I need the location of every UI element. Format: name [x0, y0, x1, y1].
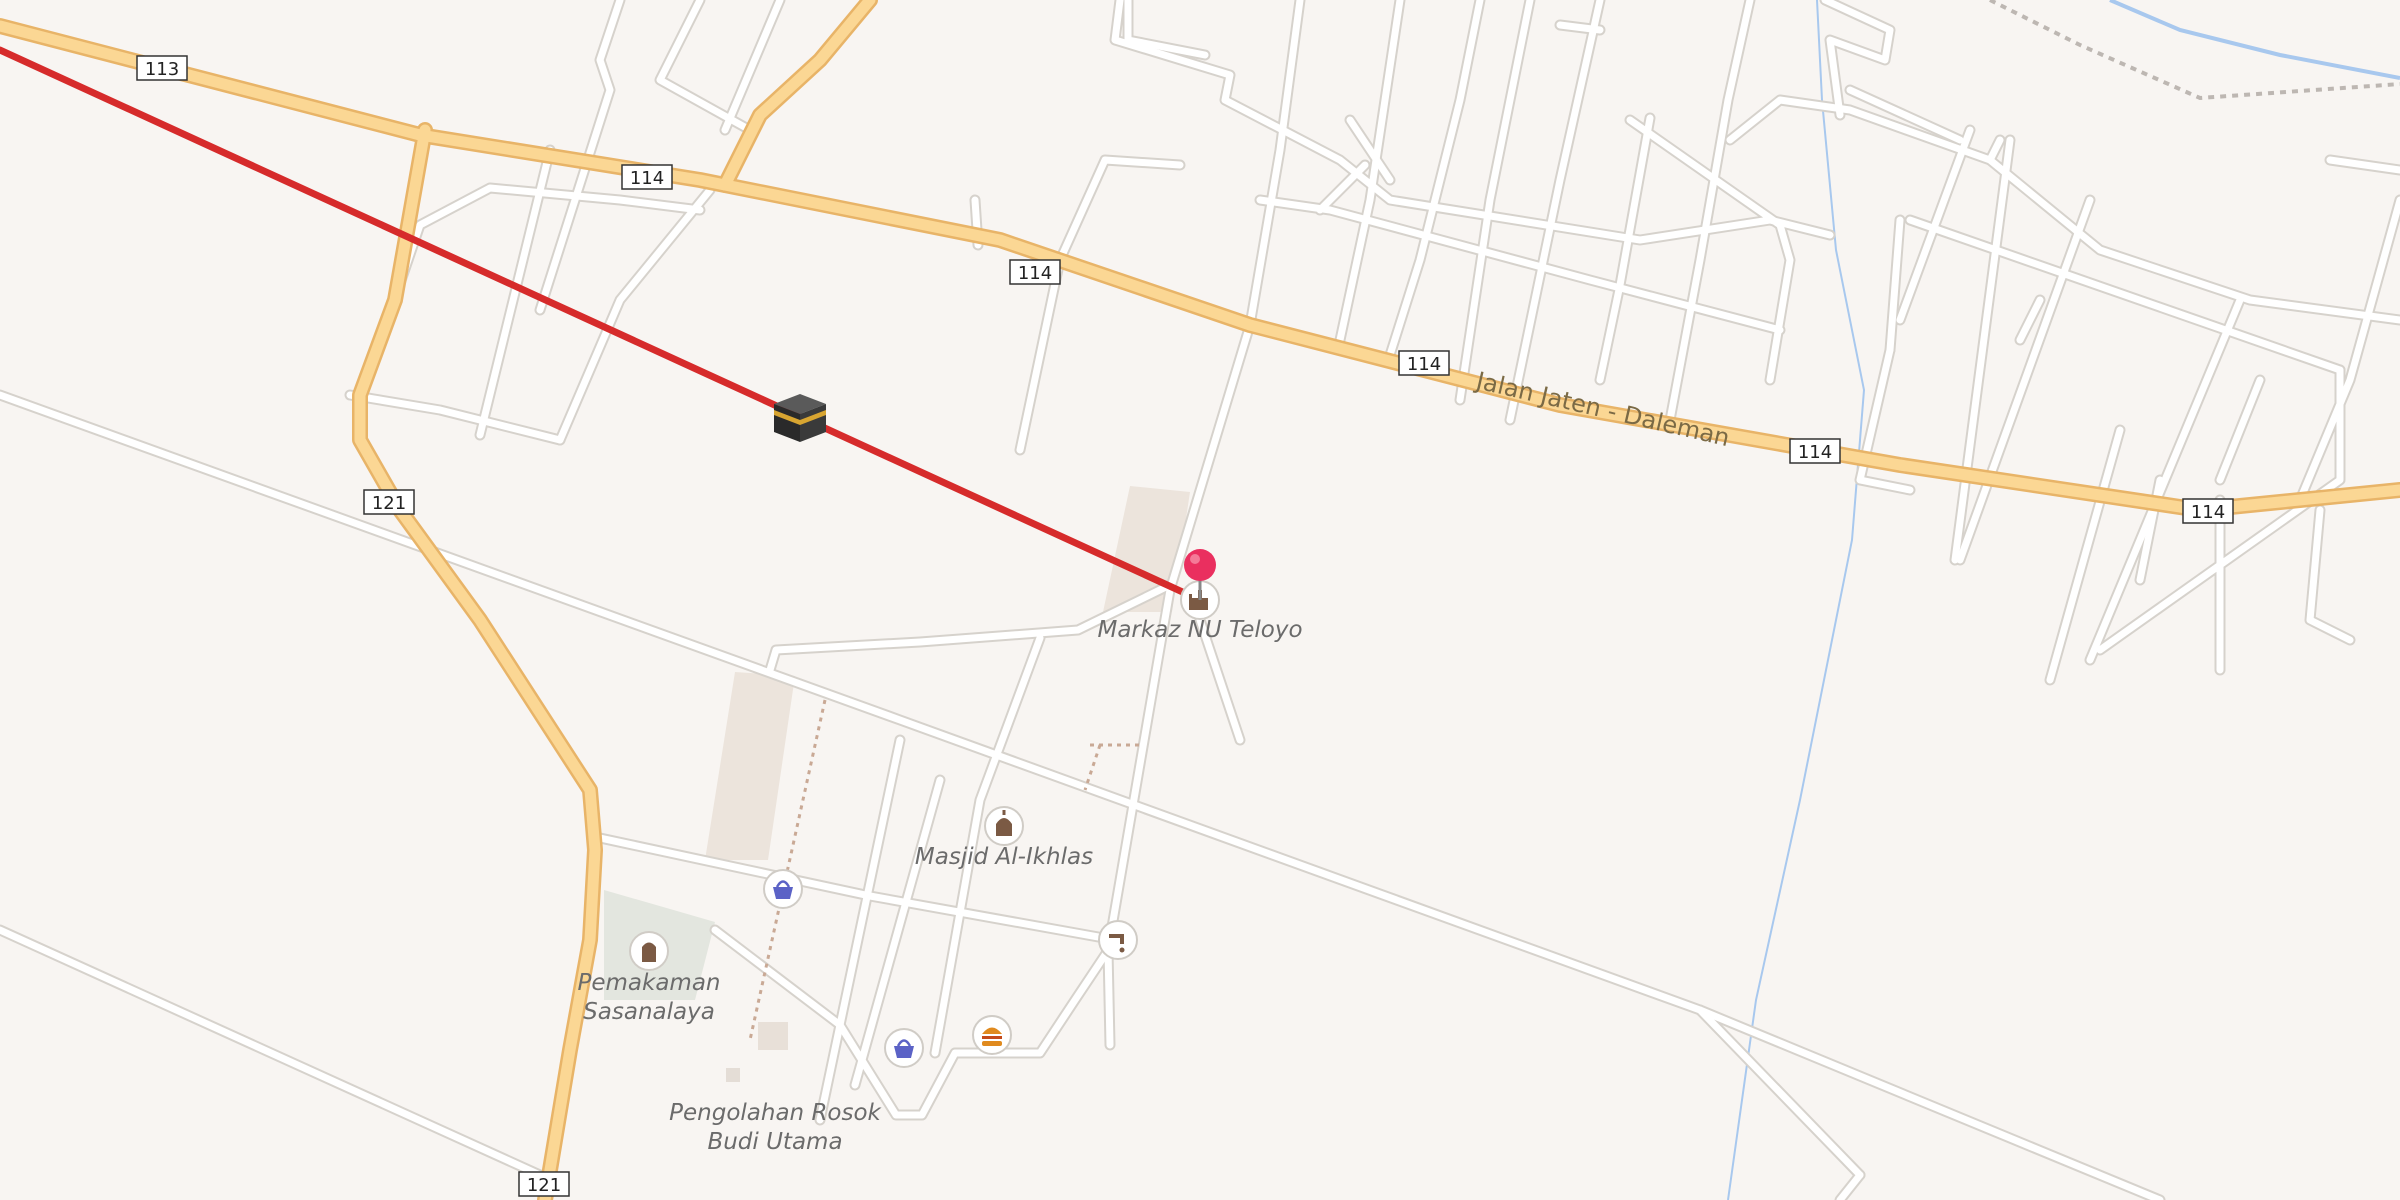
- road-shield-121: 121: [518, 1171, 570, 1197]
- building-area: [705, 672, 795, 860]
- railway: [1989, 0, 2400, 101]
- svg-text:114: 114: [1798, 442, 1832, 463]
- cemetery-icon[interactable]: [629, 931, 669, 971]
- svg-text:114: 114: [1407, 354, 1441, 375]
- waterways: [1727, 0, 2400, 1200]
- svg-text:113: 113: [145, 59, 179, 80]
- building-small: [726, 1068, 740, 1082]
- road-shield-121: 121: [363, 489, 415, 515]
- place-label: Sasanalaya: [583, 999, 715, 1025]
- svg-text:114: 114: [630, 168, 664, 189]
- kaaba-icon[interactable]: [774, 394, 826, 442]
- road-121-fill: [354, 124, 601, 1200]
- road-shield-114: 114: [1789, 438, 1841, 464]
- road-shield-114: 114: [621, 164, 673, 190]
- road-shield-114: 114: [1009, 259, 1061, 285]
- place-label: Pengolahan Rosok: [669, 1100, 882, 1126]
- fast-food-icon[interactable]: [972, 1015, 1012, 1055]
- place-label: Budi Utama: [707, 1129, 842, 1155]
- svg-text:114: 114: [1018, 263, 1052, 284]
- water-tap-icon[interactable]: [1098, 920, 1138, 960]
- road-shield-114: 114: [1398, 350, 1450, 376]
- road-shield-113: 113: [136, 55, 188, 81]
- shop-basket-icon[interactable]: [884, 1028, 924, 1068]
- place-label: Masjid Al-Ikhlas: [915, 844, 1093, 870]
- svg-text:114: 114: [2191, 502, 2225, 523]
- mosque-icon[interactable]: [984, 806, 1024, 846]
- waterway: [1727, 0, 1866, 1200]
- shop-basket-icon[interactable]: [763, 869, 803, 909]
- svg-text:121: 121: [527, 1175, 561, 1196]
- map-canvas[interactable]: 113 114 114 114 114 114 121 121 Jalan Ja…: [0, 0, 2400, 1200]
- svg-text:121: 121: [372, 493, 406, 514]
- road-shield-114: 114: [2182, 498, 2234, 524]
- building-small: [758, 1022, 788, 1050]
- river: [2109, 0, 2400, 80]
- place-label: Pemakaman: [577, 970, 720, 996]
- place-label: Markaz NU Teloyo: [1097, 617, 1302, 643]
